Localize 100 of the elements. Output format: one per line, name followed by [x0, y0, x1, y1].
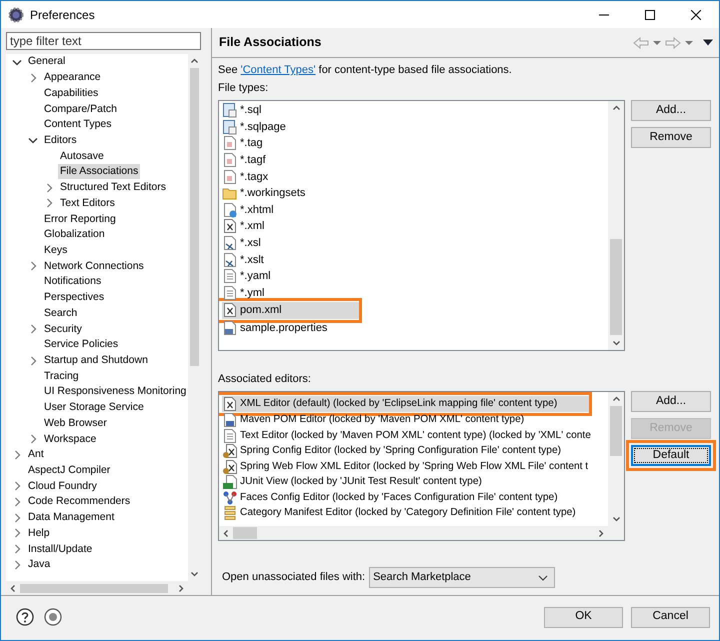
tree-item[interactable]: Perspectives	[42, 290, 106, 306]
xml-file-icon	[222, 218, 238, 234]
list-item[interactable]: *.workingsets	[222, 184, 608, 202]
list-item[interactable]: Text Editor (locked by 'Maven POM XML' content type) (locked by 'XML' conte	[222, 428, 608, 444]
filter-field[interactable]: type filter text	[6, 32, 201, 50]
push-button[interactable]: OK	[544, 606, 623, 628]
list-item[interactable]: *.tagf	[222, 152, 608, 168]
tree-item[interactable]: Search	[42, 306, 80, 321]
list-item[interactable]: *.sqlpage	[222, 118, 608, 136]
file-icon	[222, 152, 238, 168]
xml-file-icon	[222, 443, 238, 460]
dropdown-icon[interactable]	[653, 40, 661, 46]
list-item[interactable]: Spring Web Flow XML Editor (locked by 'Spring Web Flow XML File' content t	[222, 459, 608, 474]
tree-item[interactable]: Structured Text Editors	[58, 180, 168, 196]
tree-item[interactable]: Notifications	[42, 274, 104, 290]
text-file-icon	[222, 428, 238, 444]
push-button[interactable]: Add...	[631, 391, 711, 412]
list-item[interactable]: *.xslt	[222, 251, 608, 268]
list-item[interactable]: pom.xml	[222, 302, 359, 319]
list-item[interactable]: Maven POM Editor (locked by 'Maven POM XML' content type)	[222, 412, 608, 428]
tree-item[interactable]: Data Management	[26, 510, 116, 526]
window-title: Preferences	[30, 6, 95, 24]
close-icon	[691, 10, 701, 20]
editor-dropdown[interactable]: Search Marketplace	[369, 567, 556, 588]
list-item[interactable]: *.xhtml	[222, 202, 608, 218]
tree-item[interactable]: Service Policies	[42, 337, 120, 352]
tree-item[interactable]: Keys	[42, 242, 70, 258]
tree-item[interactable]: Startup and Shutdown	[42, 353, 150, 368]
tree-item[interactable]: AspectJ Compiler	[26, 463, 112, 478]
list-item[interactable]: *.xsl	[222, 234, 608, 252]
list-item[interactable]: *.tag	[222, 135, 608, 152]
list-item[interactable]: Category Manifest Editor (locked by 'Category Definition File' content type)	[222, 506, 608, 521]
list-item[interactable]: XML Editor (default) (locked by 'EclipseLink mapping file' content type)	[222, 396, 589, 412]
record-icon[interactable]	[44, 608, 62, 626]
vertical-scrollbar[interactable]	[608, 101, 624, 350]
tree-item[interactable]: Ant	[26, 447, 46, 462]
tree-item[interactable]: Workspace	[42, 432, 98, 447]
xsl-file-icon	[222, 235, 238, 252]
push-button[interactable]: Remove	[631, 127, 711, 148]
tree-item[interactable]: Appearance	[42, 70, 103, 86]
tree-item[interactable]: Install/Update	[26, 542, 94, 557]
field-label: Open unassociated files with:	[222, 570, 366, 586]
horizontal-scrollbar[interactable]	[219, 526, 624, 540]
list-item[interactable]: *.xml	[222, 218, 608, 235]
list-item[interactable]: *.sql	[222, 102, 608, 119]
list-item[interactable]: *.yml	[222, 284, 608, 302]
tree-item[interactable]: Autosave	[58, 148, 106, 164]
help-icon[interactable]	[16, 608, 34, 626]
push-button[interactable]: Cancel	[631, 606, 710, 628]
push-button[interactable]: Default	[631, 445, 711, 466]
list-item[interactable]: *.tagx	[222, 168, 608, 185]
content-types-link[interactable]: 'Content Types'	[240, 64, 316, 76]
page-title: File Associations	[219, 34, 322, 52]
xml-file-icon	[222, 458, 238, 475]
diagram-icon	[222, 490, 238, 506]
push-button[interactable]: Add...	[631, 100, 711, 121]
file-icon	[222, 135, 238, 152]
tree-item[interactable]: Content Types	[42, 117, 114, 132]
scrollbar-thumb[interactable]	[610, 406, 622, 456]
tree-item[interactable]: User Storage Service	[42, 400, 146, 416]
tree-item[interactable]: Tracing	[42, 368, 81, 384]
tree-item[interactable]: Web Browser	[42, 416, 109, 431]
tree-item[interactable]: Editors	[42, 132, 79, 148]
tree-item[interactable]: General	[26, 54, 68, 70]
tree-item[interactable]: Code Recommenders	[26, 494, 132, 510]
list-item[interactable]: JUnit View (locked by 'JUnit Test Result' content type)	[222, 474, 608, 490]
section-label: Associated editors:	[218, 372, 312, 387]
tree-item[interactable]: Capabilities	[42, 86, 100, 101]
tree-item[interactable]: Compare/Patch	[42, 102, 119, 117]
tree-item[interactable]: Java	[26, 557, 52, 572]
tree-item[interactable]: File Associations	[58, 164, 140, 180]
database-file-icon	[222, 118, 238, 135]
menu-icon[interactable]	[703, 39, 713, 46]
list-item[interactable]: Spring Config Editor (locked by 'Spring Configuration File' content type)	[222, 444, 608, 459]
tree-item[interactable]: Help	[26, 526, 52, 541]
xml-file-icon	[222, 396, 238, 412]
scrollbar-thumb[interactable]	[20, 584, 168, 592]
list-item[interactable]: *.yaml	[222, 268, 608, 285]
file-icon	[222, 412, 238, 428]
intro-text: See 'Content Types' for content-type based file associations.	[218, 63, 513, 78]
list-item[interactable]: Faces Config Editor (locked by 'Faces Configuration File' content type)	[222, 490, 608, 506]
gear-icon	[8, 6, 24, 22]
scrollbar-thumb[interactable]	[233, 527, 257, 539]
tree-item[interactable]: Text Editors	[58, 196, 117, 211]
tree-item[interactable]: Globalization	[42, 227, 107, 242]
tree-item[interactable]: Error Reporting	[42, 212, 118, 227]
properties-file-icon	[222, 320, 238, 336]
maximize-icon	[645, 10, 655, 20]
tree-item[interactable]: Security	[42, 322, 84, 337]
scrollbar-thumb[interactable]	[190, 68, 199, 366]
vertical-scrollbar[interactable]	[608, 392, 624, 526]
caret-icon	[538, 574, 548, 580]
scrollbar-thumb[interactable]	[610, 239, 622, 335]
tree-item[interactable]: Network Connections	[42, 258, 146, 274]
tree-item[interactable]: UI Responsiveness Monitoring	[42, 384, 188, 400]
tree-item[interactable]: Cloud Foundry	[26, 478, 99, 494]
list-item[interactable]: sample.properties	[222, 320, 608, 336]
web-file-icon	[222, 202, 238, 218]
dropdown-icon[interactable]	[685, 40, 693, 46]
xsl-file-icon	[222, 252, 238, 268]
